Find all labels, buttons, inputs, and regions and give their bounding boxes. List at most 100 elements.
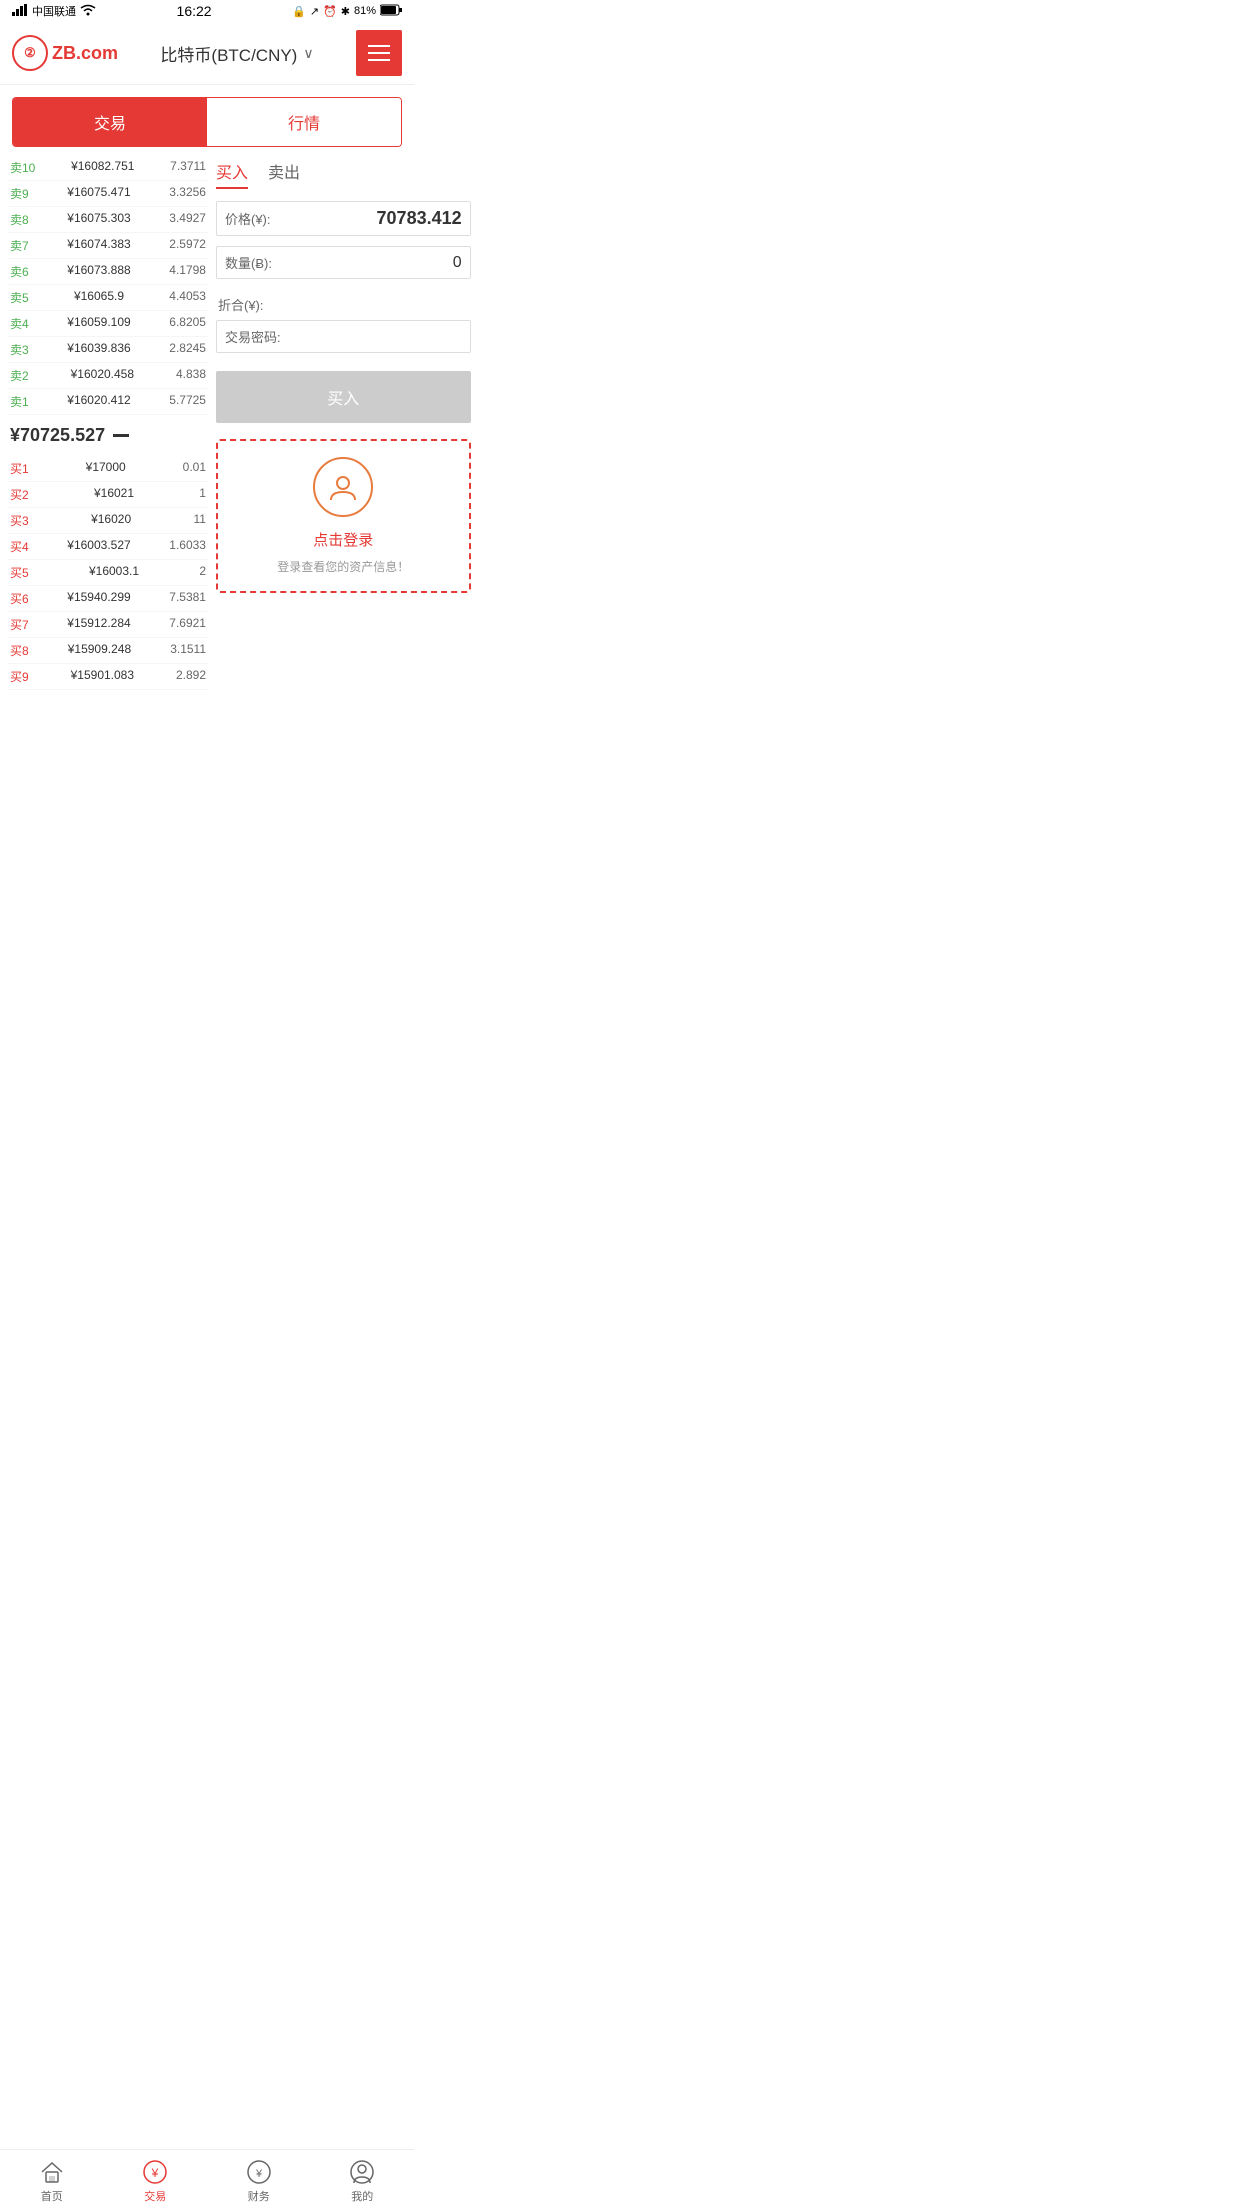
buy-order-row[interactable]: 买1 ¥17000 0.01 [8,456,208,482]
sell-order-row[interactable]: 卖9 ¥16075.471 3.3256 [8,181,208,207]
sell-label: 卖9 [10,185,29,202]
sell-label: 卖2 [10,367,29,384]
bottom-nav: 首页 ¥ 交易 ¥ 财务 我的 [0,2149,414,2208]
finance-icon: ¥ [245,2158,273,2186]
price-label: 价格(¥): [225,209,271,228]
sell-price: ¥16020.458 [71,367,134,384]
lock-icon: 🔒 [292,5,306,18]
buy-button[interactable]: 买入 [216,371,471,423]
password-input[interactable] [285,329,462,344]
buy-order-row[interactable]: 买2 ¥16021 1 [8,482,208,508]
sell-label: 卖10 [10,159,35,176]
sell-price: ¥16039.836 [67,341,130,358]
buy-order-row[interactable]: 买3 ¥16020 11 [8,508,208,534]
sell-order-row[interactable]: 卖8 ¥16075.303 3.4927 [8,207,208,233]
buy-price: ¥15912.284 [67,616,130,633]
buy-qty: 1 [199,486,206,503]
nav-profile[interactable]: 我的 [311,2150,415,2208]
buy-label: 买7 [10,616,29,633]
buy-label: 买5 [10,564,29,581]
tab-sell[interactable]: 卖出 [268,159,300,189]
buy-price: ¥15901.083 [71,668,134,685]
current-price-value: ¥70725.527 [10,425,105,446]
buy-qty: 11 [194,512,206,529]
tab-market[interactable]: 行情 [207,98,401,146]
sell-price: ¥16075.303 [67,211,130,228]
password-group: 交易密码: [216,320,471,353]
sell-price: ¥16020.412 [67,393,130,410]
logo-icon: ② [12,35,48,71]
nav-finance[interactable]: ¥ 财务 [207,2150,311,2208]
nav-trade-label: 交易 [144,2188,166,2204]
battery-label: 81% [354,5,376,17]
sell-qty: 3.4927 [169,211,206,228]
buy-orders: 买1 ¥17000 0.01 买2 ¥16021 1 买3 ¥16020 11 … [8,456,208,690]
location-icon: ↗ [310,5,319,18]
sell-label: 卖4 [10,315,29,332]
sell-order-row[interactable]: 卖3 ¥16039.836 2.8245 [8,337,208,363]
sell-order-row[interactable]: 卖1 ¥16020.412 5.7725 [8,389,208,415]
buy-order-row[interactable]: 买9 ¥15901.083 2.892 [8,664,208,690]
bluetooth-icon: ✱ [341,5,350,18]
pair-label: 比特币(BTC/CNY) [160,41,297,66]
sell-order-row[interactable]: 卖5 ¥16065.9 4.4053 [8,285,208,311]
sell-order-row[interactable]: 卖6 ¥16073.888 4.1798 [8,259,208,285]
trade-panel: 买入 卖出 价格(¥): 70783.412 数量(Ƀ): 0 折合(¥): 交… [216,155,471,690]
sell-qty: 4.4053 [169,289,206,306]
nav-home[interactable]: 首页 [0,2150,104,2208]
sell-price: ¥16074.383 [67,237,130,254]
sell-qty: 5.7725 [169,393,206,410]
svg-text:¥: ¥ [255,2168,263,2180]
chevron-down-icon: ∨ [303,45,313,62]
buy-order-row[interactable]: 买4 ¥16003.527 1.6033 [8,534,208,560]
price-trend-icon [113,434,129,437]
alarm-icon: ⏰ [323,5,337,18]
sell-order-row[interactable]: 卖7 ¥16074.383 2.5972 [8,233,208,259]
sell-order-row[interactable]: 卖2 ¥16020.458 4.838 [8,363,208,389]
total-label: 折合(¥): [218,295,264,314]
carrier-label: 中国联通 [32,3,76,19]
tab-trade[interactable]: 交易 [13,98,207,146]
buy-price: ¥17000 [86,460,126,477]
buy-price: ¥16003.527 [67,538,130,555]
total-row: 折合(¥): [216,289,471,320]
sell-label: 卖7 [10,237,29,254]
menu-button[interactable] [356,30,402,76]
price-row: 价格(¥): 70783.412 [216,201,471,236]
sell-order-row[interactable]: 卖4 ¥16059.109 6.8205 [8,311,208,337]
current-price: ¥70725.527 [8,415,208,456]
sell-label: 卖3 [10,341,29,358]
buy-label: 买8 [10,642,29,659]
nav-finance-label: 财务 [248,2188,270,2204]
buy-order-row[interactable]: 买6 ¥15940.299 7.5381 [8,586,208,612]
sell-label: 卖1 [10,393,29,410]
sell-qty: 2.5972 [169,237,206,254]
qty-group: 数量(Ƀ): 0 [216,246,471,279]
buy-order-row[interactable]: 买7 ¥15912.284 7.6921 [8,612,208,638]
password-label: 交易密码: [225,327,281,346]
price-group: 价格(¥): 70783.412 [216,201,471,236]
buy-qty: 3.1511 [170,642,206,659]
buy-order-row[interactable]: 买5 ¥16003.1 2 [8,560,208,586]
header-title[interactable]: 比特币(BTC/CNY) ∨ [160,41,313,66]
buy-sell-tabs: 买入 卖出 [216,155,471,189]
qty-value[interactable]: 0 [276,254,462,272]
buy-qty: 7.6921 [169,616,206,633]
sell-qty: 2.8245 [169,341,206,358]
nav-trade[interactable]: ¥ 交易 [104,2150,208,2208]
buy-qty: 1.6033 [169,538,206,555]
sell-order-row[interactable]: 卖10 ¥16082.751 7.3711 [8,155,208,181]
buy-qty: 2 [199,564,206,581]
buy-order-row[interactable]: 买8 ¥15909.248 3.1511 [8,638,208,664]
battery-icon [380,4,402,19]
buy-price: ¥16021 [94,486,134,503]
click-login-text[interactable]: 点击登录 [226,529,461,550]
tab-buy[interactable]: 买入 [216,159,248,189]
logo-text: ZB.com [52,43,118,64]
nav-home-label: 首页 [41,2188,63,2204]
buy-qty: 7.5381 [169,590,206,607]
status-right: 🔒 ↗ ⏰ ✱ 81% [292,4,402,19]
price-value[interactable]: 70783.412 [275,208,462,229]
buy-label: 买6 [10,590,29,607]
status-bar: 中国联通 16:22 🔒 ↗ ⏰ ✱ 81% [0,0,414,22]
